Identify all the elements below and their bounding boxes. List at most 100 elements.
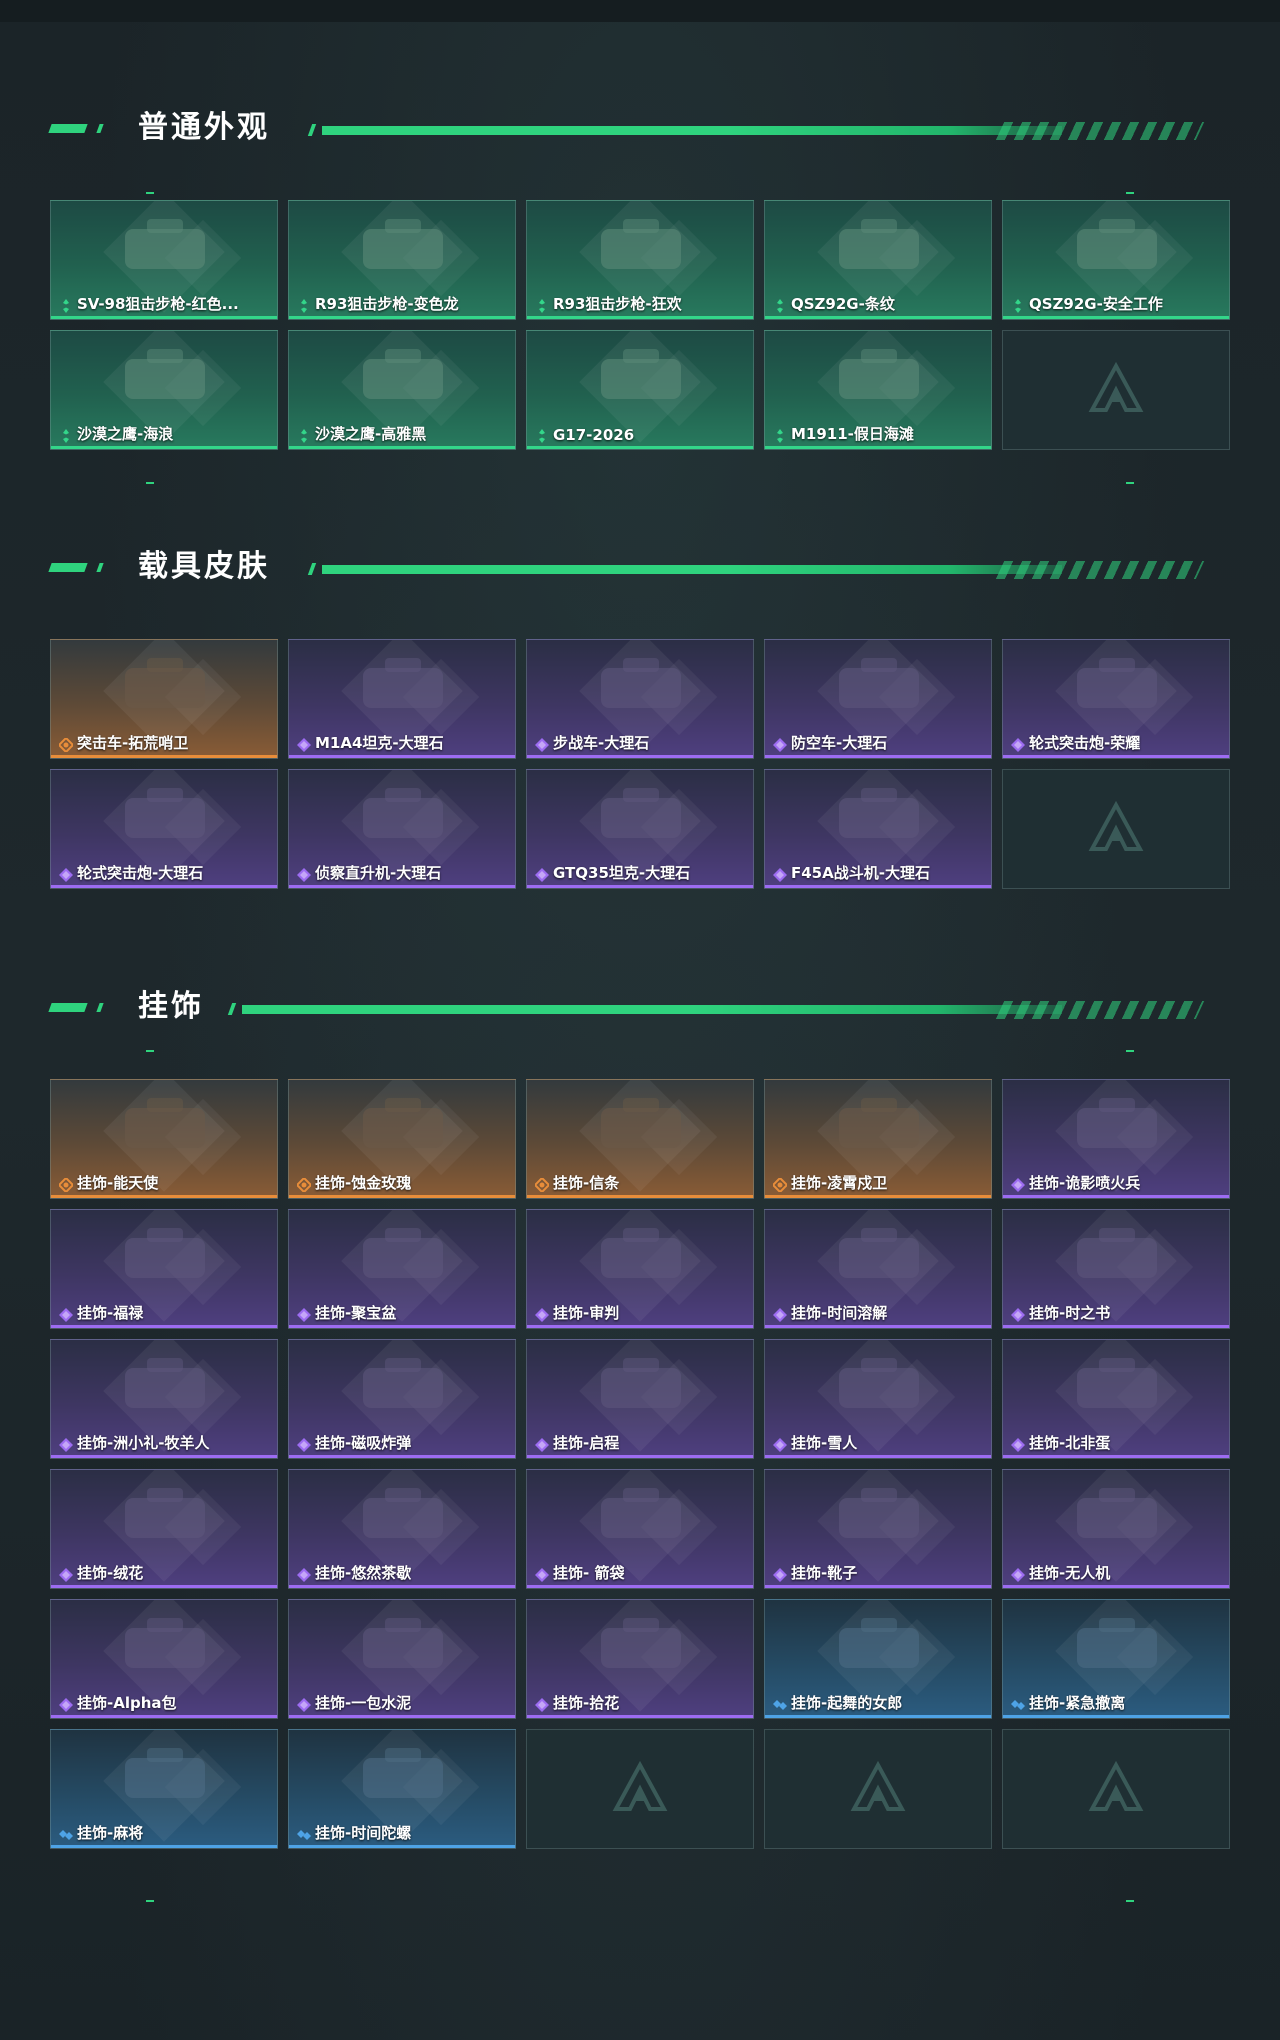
item-card[interactable]: F45A战斗机-大理石: [764, 769, 992, 889]
rarity-bar: [51, 446, 277, 449]
item-card[interactable]: 步战车-大理石: [526, 639, 754, 759]
rarity-bar: [289, 1715, 515, 1718]
section-title: 普通外观: [138, 110, 270, 145]
rarity-icon: [297, 1567, 311, 1582]
rarity-bar: [1003, 316, 1229, 319]
item-card[interactable]: 挂饰-无人机: [1002, 1469, 1230, 1589]
item-label: 沙漠之鹰-高雅黑: [315, 425, 427, 443]
item-card[interactable]: 挂饰-诡影喷火兵: [1002, 1079, 1230, 1199]
corner-mark: [146, 192, 154, 194]
rarity-icon: [773, 867, 787, 882]
rarity-bar: [51, 1455, 277, 1458]
item-image: [1003, 1080, 1229, 1176]
item-card[interactable]: 挂饰-Alpha包: [50, 1599, 278, 1719]
item-image: [289, 1210, 515, 1306]
item-card[interactable]: 挂饰-一包水泥: [288, 1599, 516, 1719]
item-card[interactable]: 挂饰-启程: [526, 1339, 754, 1459]
empty-slot: [764, 1729, 992, 1849]
item-image: [527, 1210, 753, 1306]
rarity-bar: [289, 1195, 515, 1198]
item-card[interactable]: 挂饰-能天使: [50, 1079, 278, 1199]
game-logo-icon: [1086, 360, 1146, 420]
item-image: [289, 201, 515, 297]
item-card[interactable]: R93狙击步枪-狂欢: [526, 200, 754, 320]
item-card[interactable]: 突击车-拓荒哨卫: [50, 639, 278, 759]
rarity-bar: [1003, 1325, 1229, 1328]
rarity-bar: [527, 1195, 753, 1198]
item-card[interactable]: M1911-假日海滩: [764, 330, 992, 450]
item-label: 挂饰-拾花: [553, 1694, 620, 1712]
item-card[interactable]: 挂饰-时间陀螺: [288, 1729, 516, 1849]
item-card[interactable]: 挂饰-雪人: [764, 1339, 992, 1459]
item-label: 挂饰-起舞的女郎: [791, 1694, 903, 1712]
item-card[interactable]: M1A4坦克-大理石: [288, 639, 516, 759]
item-card[interactable]: 防空车-大理石: [764, 639, 992, 759]
rarity-bar: [527, 885, 753, 888]
item-card[interactable]: 挂饰-洲小礼-牧羊人: [50, 1339, 278, 1459]
item-image: [289, 1340, 515, 1436]
item-card[interactable]: 轮式突击炮-荣耀: [1002, 639, 1230, 759]
item-label: M1A4坦克-大理石: [315, 734, 444, 752]
item-image: [765, 1470, 991, 1566]
rarity-icon: [1011, 1437, 1025, 1452]
rarity-icon: [1011, 1567, 1025, 1582]
item-image: [289, 770, 515, 866]
rarity-icon: [773, 298, 787, 313]
item-label: 挂饰-福禄: [77, 1304, 144, 1322]
item-card[interactable]: SV-98狙击步枪-红色...: [50, 200, 278, 320]
item-card[interactable]: 挂饰-蚀金玫瑰: [288, 1079, 516, 1199]
corner-mark: [1126, 482, 1134, 484]
rarity-icon: [535, 1437, 549, 1452]
item-card[interactable]: 挂饰-麻将: [50, 1729, 278, 1849]
item-card[interactable]: 挂饰-凌霄戍卫: [764, 1079, 992, 1199]
item-image: [51, 1730, 277, 1826]
item-card[interactable]: 挂饰-北非蛋: [1002, 1339, 1230, 1459]
item-card[interactable]: G17-2026: [526, 330, 754, 450]
item-card[interactable]: 挂饰-审判: [526, 1209, 754, 1329]
item-card[interactable]: 挂饰-起舞的女郎: [764, 1599, 992, 1719]
item-card[interactable]: 挂饰- 箭袋: [526, 1469, 754, 1589]
item-card[interactable]: 沙漠之鹰-高雅黑: [288, 330, 516, 450]
item-card[interactable]: QSZ92G-条纹: [764, 200, 992, 320]
rarity-bar: [765, 1455, 991, 1458]
item-image: [527, 770, 753, 866]
rarity-icon: [297, 428, 311, 443]
item-card[interactable]: 沙漠之鹰-海浪: [50, 330, 278, 450]
item-card[interactable]: R93狙击步枪-变色龙: [288, 200, 516, 320]
item-card[interactable]: 挂饰-紧急撤离: [1002, 1599, 1230, 1719]
item-image: [527, 1080, 753, 1176]
item-card[interactable]: 挂饰-绒花: [50, 1469, 278, 1589]
item-label: 挂饰-绒花: [77, 1564, 144, 1582]
item-card[interactable]: QSZ92G-安全工作: [1002, 200, 1230, 320]
section-header: 挂饰: [48, 989, 1205, 1025]
rarity-bar: [289, 446, 515, 449]
item-card[interactable]: 挂饰-信条: [526, 1079, 754, 1199]
item-card[interactable]: 挂饰-福禄: [50, 1209, 278, 1329]
item-card[interactable]: 挂饰-悠然茶歇: [288, 1469, 516, 1589]
item-card[interactable]: 挂饰-聚宝盆: [288, 1209, 516, 1329]
item-image: [765, 770, 991, 866]
rarity-bar: [51, 1195, 277, 1198]
corner-mark: [1126, 192, 1134, 194]
rarity-icon: [1011, 737, 1025, 752]
item-card[interactable]: 挂饰-时间溶解: [764, 1209, 992, 1329]
item-label: 挂饰-无人机: [1029, 1564, 1111, 1582]
corner-mark: [1126, 1900, 1134, 1902]
item-card[interactable]: 轮式突击炮-大理石: [50, 769, 278, 889]
item-card[interactable]: 挂饰-磁吸炸弹: [288, 1339, 516, 1459]
item-card[interactable]: GTQ35坦克-大理石: [526, 769, 754, 889]
item-image: [765, 1080, 991, 1176]
item-card[interactable]: 挂饰-靴子: [764, 1469, 992, 1589]
item-card[interactable]: 挂饰-时之书: [1002, 1209, 1230, 1329]
item-card[interactable]: 挂饰-拾花: [526, 1599, 754, 1719]
item-label: 挂饰-靴子: [791, 1564, 858, 1582]
corner-mark: [146, 1900, 154, 1902]
rarity-bar: [1003, 1195, 1229, 1198]
rarity-icon: [297, 1827, 311, 1841]
item-label: 挂饰-Alpha包: [77, 1694, 177, 1712]
item-image: [51, 1340, 277, 1436]
rarity-icon: [773, 1567, 787, 1582]
rarity-icon: [59, 298, 73, 313]
rarity-bar: [289, 755, 515, 758]
item-card[interactable]: 侦察直升机-大理石: [288, 769, 516, 889]
